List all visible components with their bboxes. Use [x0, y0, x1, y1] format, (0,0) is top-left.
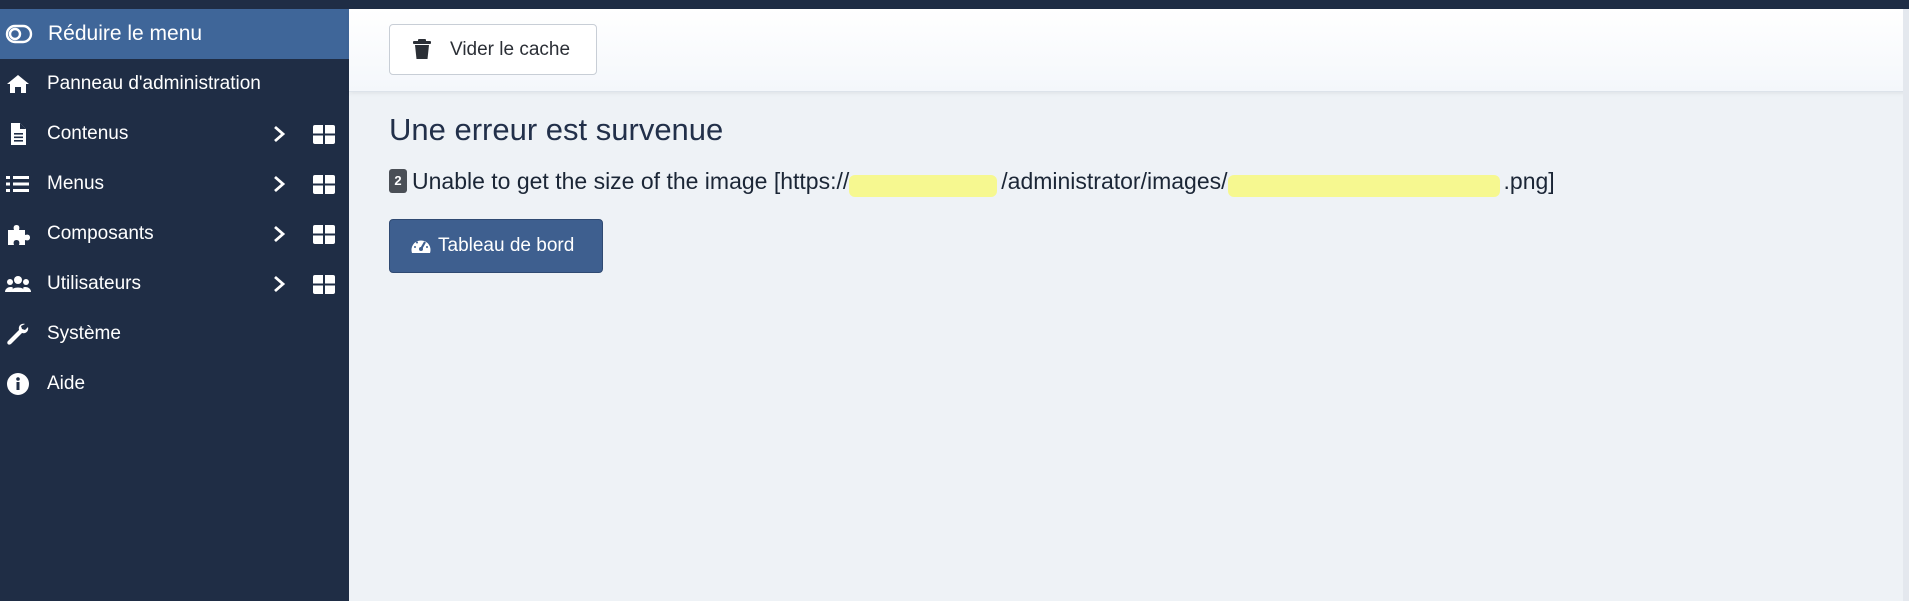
sidebar-item-admin-panel[interactable]: Panneau d'administration	[0, 59, 349, 109]
sidebar: Réduire le menu Panneau d'administration…	[0, 0, 349, 601]
error-text-middle: /administrator/images/	[1001, 167, 1228, 194]
dashboard-gauge-icon	[411, 240, 431, 253]
sidebar-item-contents[interactable]: Contenus	[0, 109, 349, 159]
sidebar-item-label: Aide	[47, 373, 86, 394]
collapse-menu-toggle[interactable]: Réduire le menu	[0, 9, 349, 59]
collapse-menu-label: Réduire le menu	[48, 22, 203, 45]
error-text-prefix: Unable to get the size of the image [htt…	[412, 167, 850, 194]
error-text-suffix: .png]	[1503, 167, 1555, 194]
sidebar-item-label: Utilisateurs	[47, 273, 141, 294]
error-text: Unable to get the size of the image [htt…	[412, 167, 1555, 197]
error-title: Une erreur est survenue	[389, 112, 724, 147]
error-code-badge: 2	[389, 169, 407, 193]
sidebar-item-label: Système	[47, 323, 121, 344]
sidebar-item-system[interactable]: Système	[0, 309, 349, 359]
clear-cache-label: Vider le cache	[450, 38, 571, 60]
puzzle-icon	[8, 225, 30, 245]
clear-cache-button[interactable]: Vider le cache	[389, 24, 597, 75]
users-icon	[5, 276, 31, 292]
sidebar-item-label: Menus	[47, 173, 105, 194]
sidebar-item-label: Panneau d'administration	[47, 73, 261, 94]
list-icon	[6, 176, 29, 192]
dashboard-grid-icon[interactable]	[313, 175, 335, 194]
sidebar-item-components[interactable]: Composants	[0, 209, 349, 259]
dashboard-grid-icon[interactable]	[313, 225, 335, 244]
sidebar-item-label: Composants	[47, 223, 154, 244]
dashboard-grid-icon[interactable]	[313, 275, 335, 294]
sidebar-item-label: Contenus	[47, 123, 129, 144]
wrench-icon	[7, 323, 29, 345]
dashboard-button[interactable]: Tableau de bord	[389, 219, 603, 273]
trash-icon	[413, 39, 431, 59]
chevron-right-icon[interactable]	[269, 124, 289, 144]
home-icon	[7, 75, 29, 93]
chevron-right-icon[interactable]	[269, 274, 289, 294]
sidebar-item-users[interactable]: Utilisateurs	[0, 259, 349, 309]
scrollbar[interactable]	[1903, 9, 1909, 601]
info-icon	[7, 373, 29, 395]
dashboard-button-label: Tableau de bord	[438, 235, 575, 256]
toggle-icon	[5, 24, 33, 44]
dashboard-grid-icon[interactable]	[313, 125, 335, 144]
sidebar-item-help[interactable]: Aide	[0, 359, 349, 409]
chevron-right-icon[interactable]	[269, 224, 289, 244]
sidebar-item-menus[interactable]: Menus	[0, 159, 349, 209]
chevron-right-icon[interactable]	[269, 174, 289, 194]
error-message: 2 Unable to get the size of the image [h…	[389, 166, 1555, 197]
file-icon	[11, 123, 26, 145]
